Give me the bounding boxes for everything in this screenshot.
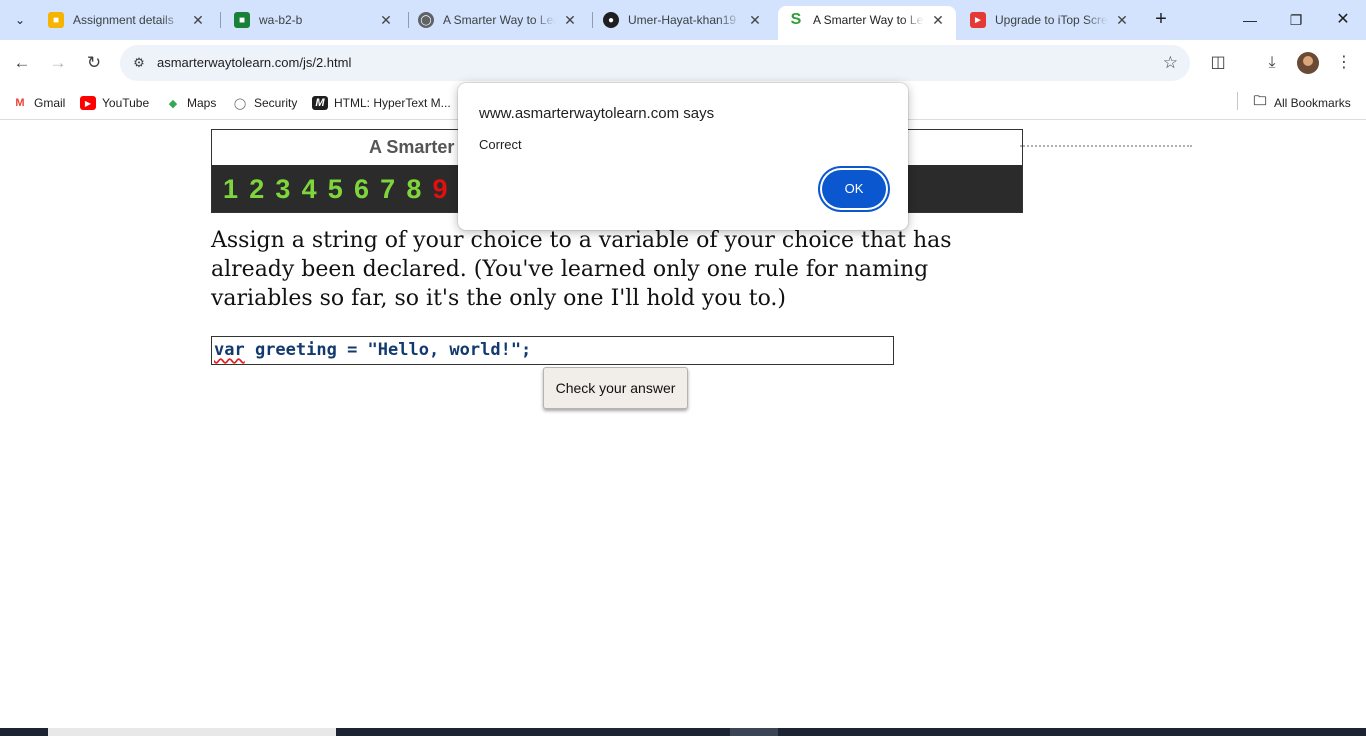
answer-textarea[interactable]: var greeting = "Hello, world!"; (211, 336, 894, 365)
exercise-question: Assign a string of your choice to a vari… (211, 228, 952, 311)
all-bookmarks-label: All Bookmarks (1274, 96, 1351, 110)
folder-icon: 🗀 (1253, 93, 1267, 108)
bookmark-label: Gmail (34, 96, 66, 110)
tab-title: wa-b2-b (259, 13, 303, 27)
check-answer-button[interactable]: Check your answer (543, 367, 688, 409)
globe-icon: ◯ (233, 97, 247, 110)
globe-icon: ◯ (418, 12, 434, 28)
site-settings-icon[interactable]: ⚙ (130, 54, 148, 72)
back-arrow-icon[interactable]: ← (10, 51, 34, 75)
dialog-message: Correct (479, 137, 522, 152)
close-icon[interactable]: ✕ (562, 12, 578, 29)
bookmark-label: YouTube (102, 96, 150, 110)
extensions-puzzle-icon[interactable]: ◫ (1206, 51, 1230, 75)
close-icon[interactable]: ✕ (378, 12, 394, 29)
exercise-number-2[interactable]: 2 (249, 174, 275, 205)
exercise-number-6[interactable]: 6 (354, 174, 380, 205)
exercise-number-8[interactable]: 8 (406, 174, 432, 205)
restore-icon[interactable]: ❐ (1284, 8, 1308, 32)
tab-title: A Smarter Way to Lea (443, 13, 556, 27)
tab-title: Assignment details (73, 13, 174, 27)
address-bar[interactable]: ⚙ asmarterwaytolearn.com/js/2.html ☆ (120, 45, 1190, 81)
taskbar-active-item[interactable] (730, 728, 778, 736)
maps-icon: ◆ (168, 97, 178, 110)
menu-kebab-icon[interactable]: ⋮ (1332, 51, 1356, 75)
close-icon[interactable]: ✕ (930, 12, 946, 29)
classroom-icon: ■ (234, 12, 250, 28)
bookmark-mdn[interactable]: M HTML: HyperText M... (312, 93, 451, 113)
itop-icon: ► (970, 12, 986, 28)
taskbar-thumbnail[interactable] (48, 728, 336, 736)
download-icon[interactable]: ⤓ (1260, 51, 1284, 75)
profile-avatar[interactable] (1297, 52, 1319, 74)
bookmark-label: Maps (187, 96, 217, 110)
tab-divider (220, 12, 221, 28)
mdn-icon: M (312, 96, 328, 110)
answer-keyword: var (214, 340, 245, 360)
tab-itop[interactable]: ► Upgrade to iTop Scre ✕ (960, 6, 1140, 34)
all-bookmarks-folder[interactable]: 🗀 All Bookmarks (1252, 93, 1351, 113)
new-tab-plus-icon[interactable]: + (1150, 9, 1172, 31)
exercise-number-5[interactable]: 5 (328, 174, 354, 205)
bookmark-maps[interactable]: ◆ Maps (165, 93, 217, 113)
tab-smarter-way-1[interactable]: ◯ A Smarter Way to Lea ✕ (408, 6, 588, 34)
minimize-icon[interactable]: — (1238, 8, 1262, 32)
classroom-icon: ■ (48, 12, 64, 28)
alert-dialog: www.asmarterwaytolearn.com says Correct … (458, 83, 908, 230)
ok-button[interactable]: OK (822, 170, 886, 208)
tab-strip: ⌄ ■ Assignment details ✕ ■ wa-b2-b ✕ ◯ A… (0, 0, 1366, 40)
tab-search-chevron-icon[interactable]: ⌄ (6, 8, 34, 32)
bookmark-youtube[interactable]: ▶ YouTube (80, 93, 149, 113)
bookmark-label: HTML: HyperText M... (334, 96, 451, 110)
close-icon[interactable]: ✕ (1114, 12, 1130, 29)
url-text[interactable]: asmarterwaytolearn.com/js/2.html (157, 55, 351, 70)
exercise-number-7[interactable]: 7 (380, 174, 406, 205)
tab-wa-b2-b[interactable]: ■ wa-b2-b ✕ (224, 6, 404, 34)
exercise-number-4[interactable]: 4 (302, 174, 328, 205)
tab-title: A Smarter Way to Lea (813, 13, 924, 27)
bookmark-label: Security (254, 96, 298, 110)
close-icon[interactable]: ✕ (190, 12, 206, 29)
answer-code: greeting = "Hello, world!"; (244, 340, 532, 360)
gmail-icon: M (15, 97, 25, 109)
window-close-icon[interactable]: ✕ (1331, 8, 1355, 32)
tab-github[interactable]: ● Umer-Hayat-khan19 ✕ (593, 6, 773, 34)
youtube-icon: ▶ (80, 96, 96, 110)
bookmark-gmail[interactable]: M Gmail (12, 93, 65, 113)
exercise-number-current[interactable]: 9 (433, 174, 459, 205)
browser-toolbar: ← → ↻ ⚙ asmarterwaytolearn.com/js/2.html… (0, 40, 1366, 86)
close-icon[interactable]: ✕ (747, 12, 763, 29)
github-icon: ● (603, 12, 619, 28)
s-icon: S (790, 11, 802, 28)
bookmarks-divider (1237, 92, 1238, 110)
exercise-number-3[interactable]: 3 (275, 174, 301, 205)
exercise-number-1[interactable]: 1 (223, 174, 249, 205)
tab-assignment-details[interactable]: ■ Assignment details ✕ (38, 6, 216, 34)
forward-arrow-icon[interactable]: → (46, 51, 70, 75)
reload-icon[interactable]: ↻ (82, 51, 106, 75)
dotted-divider (1020, 145, 1192, 147)
os-taskbar (0, 728, 1366, 736)
tab-title: Upgrade to iTop Scre (995, 13, 1108, 27)
tab-smarter-way-active[interactable]: S A Smarter Way to Lea ✕ (778, 6, 956, 40)
bookmark-star-icon[interactable]: ☆ (1163, 53, 1178, 73)
tab-title: Umer-Hayat-khan19 (628, 13, 737, 27)
dialog-title: www.asmarterwaytolearn.com says (479, 105, 715, 122)
bookmark-security[interactable]: ◯ Security (232, 93, 298, 113)
